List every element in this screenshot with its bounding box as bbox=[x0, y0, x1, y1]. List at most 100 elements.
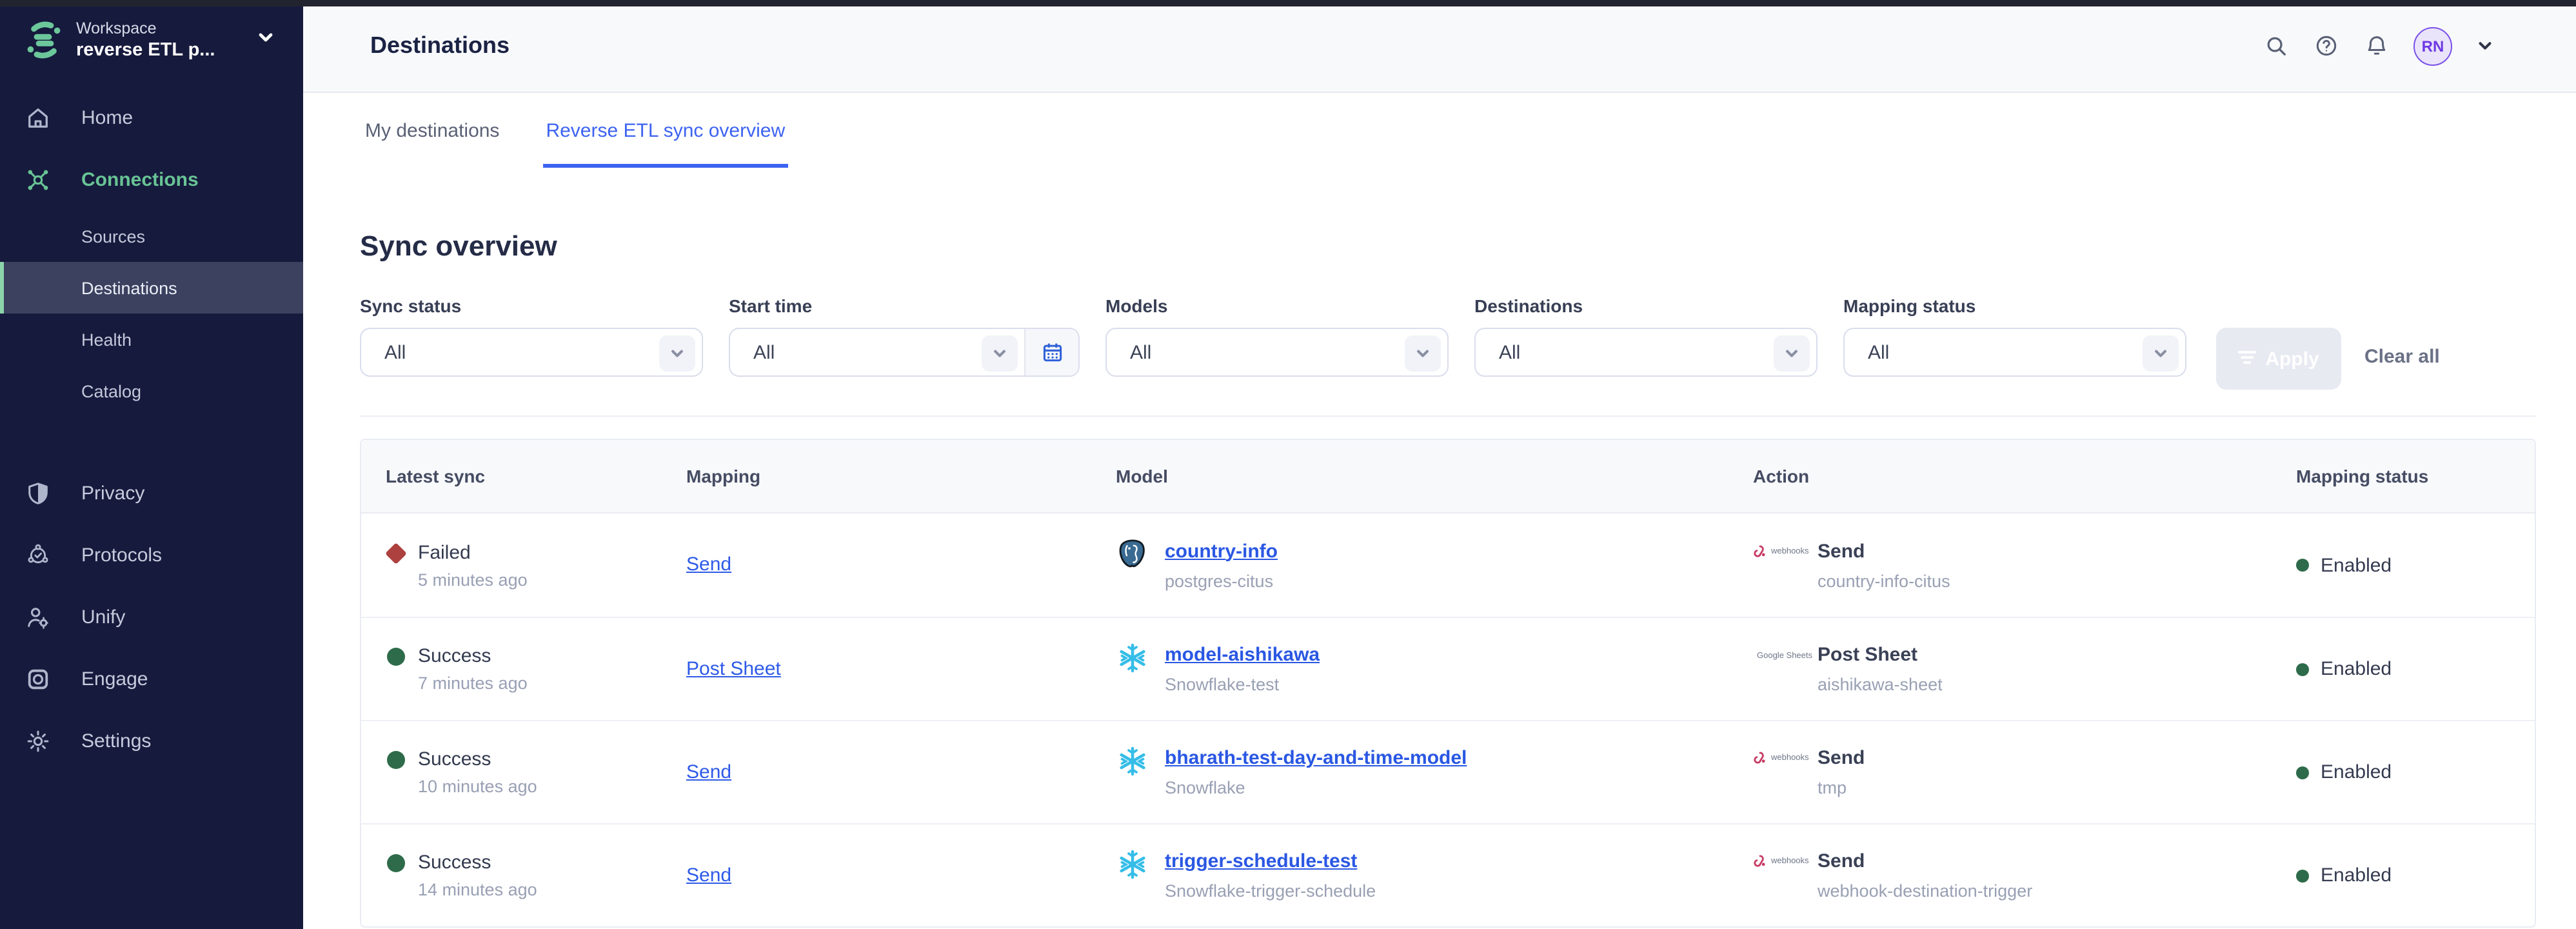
sidebar-item-label: Unify bbox=[81, 606, 125, 628]
table-header-row: Latest sync Mapping Model Action Mapping… bbox=[361, 440, 2535, 514]
workspace-switcher[interactable]: Workspace reverse ETL p... bbox=[0, 0, 303, 75]
sidebar-item-label: Home bbox=[81, 106, 133, 128]
sidebar-item-health[interactable]: Health bbox=[0, 314, 303, 365]
snowflake-icon bbox=[1116, 641, 1149, 675]
person-gear-icon bbox=[26, 604, 50, 629]
model-link[interactable]: trigger-schedule-test bbox=[1165, 849, 1357, 874]
logo-label: webhooks bbox=[1771, 546, 1809, 555]
avatar[interactable]: RN bbox=[2413, 26, 2452, 65]
webhooks-logo: webhooks bbox=[1753, 751, 1812, 765]
success-status-icon bbox=[386, 854, 406, 901]
select-value: All bbox=[1130, 341, 1151, 363]
section-heading: Sync overview bbox=[360, 230, 2536, 263]
home-icon bbox=[26, 105, 50, 130]
table-row: Success 14 minutes ago Send trigger-sche… bbox=[361, 823, 2535, 926]
sidebar-item-sources[interactable]: Sources bbox=[0, 210, 303, 262]
protocols-icon bbox=[26, 543, 50, 567]
connections-icon bbox=[26, 167, 50, 192]
action-name: Post Sheet bbox=[1818, 643, 1943, 667]
enabled-dot bbox=[2296, 663, 2309, 675]
sync-status-select[interactable]: All bbox=[360, 328, 703, 377]
account-chevron-down-icon[interactable] bbox=[2477, 37, 2493, 54]
table-row: Success 10 minutes ago Send bharath-test… bbox=[361, 720, 2535, 823]
rudderstack-logo-icon bbox=[23, 19, 64, 61]
calendar-button[interactable] bbox=[1024, 329, 1078, 375]
action-destination: country-info-citus bbox=[1818, 570, 1950, 592]
postgresql-icon bbox=[1116, 537, 1149, 571]
sync-time: 10 minutes ago bbox=[418, 775, 537, 797]
sidebar-item-destinations[interactable]: Destinations bbox=[0, 262, 303, 314]
sync-status-text: Success bbox=[418, 850, 537, 875]
filter-icon bbox=[2238, 348, 2256, 370]
select-value: All bbox=[384, 341, 406, 363]
sidebar-nav: Home Connections Sources Destinations He… bbox=[0, 86, 303, 772]
sidebar-item-settings[interactable]: Settings bbox=[0, 710, 303, 772]
action-destination: webhook-destination-trigger bbox=[1818, 880, 2032, 902]
tab-reverse-etl-sync-overview[interactable]: Reverse ETL sync overview bbox=[546, 93, 785, 168]
failed-status-icon bbox=[386, 544, 406, 590]
chevron-down-icon bbox=[257, 28, 275, 52]
sidebar-item-home[interactable]: Home bbox=[0, 86, 303, 148]
apply-label: Apply bbox=[2265, 348, 2319, 370]
model-link[interactable]: model-aishikawa bbox=[1165, 643, 1320, 667]
mapping-status-text: Enabled bbox=[2321, 658, 2392, 680]
sync-status-text: Failed bbox=[418, 540, 528, 564]
models-select[interactable]: All bbox=[1105, 328, 1449, 377]
help-icon[interactable] bbox=[2313, 33, 2339, 59]
sidebar-item-connections[interactable]: Connections bbox=[0, 148, 303, 210]
filter-label: Sync status bbox=[360, 294, 703, 317]
tab-label: My destinations bbox=[365, 119, 499, 141]
sidebar-subitem-label: Sources bbox=[81, 226, 145, 246]
action-name: Send bbox=[1818, 539, 1950, 563]
enabled-dot bbox=[2296, 766, 2309, 779]
sidebar-item-catalog[interactable]: Catalog bbox=[0, 365, 303, 417]
sidebar-subitem-label: Destinations bbox=[81, 278, 177, 297]
success-status-icon bbox=[386, 648, 406, 694]
sidebar-item-label: Protocols bbox=[81, 544, 162, 566]
screen: Workspace reverse ETL p... Home Connecti… bbox=[0, 0, 2576, 929]
snowflake-icon bbox=[1116, 744, 1149, 778]
sidebar-subitem-label: Catalog bbox=[81, 381, 141, 401]
mapping-link[interactable]: Send bbox=[686, 761, 731, 783]
model-source: Snowflake bbox=[1165, 777, 1467, 799]
sync-status-text: Success bbox=[418, 644, 528, 668]
success-status-icon bbox=[386, 751, 406, 797]
logo-label: webhooks bbox=[1771, 857, 1809, 866]
tab-label: Reverse ETL sync overview bbox=[546, 119, 785, 141]
action-destination: aishikawa-sheet bbox=[1818, 674, 1943, 695]
window-top-edge bbox=[0, 0, 2576, 6]
action-destination: tmp bbox=[1818, 777, 1865, 799]
mapping-link[interactable]: Send bbox=[686, 554, 731, 575]
sidebar-item-label: Settings bbox=[81, 730, 151, 752]
start-time-select[interactable]: All bbox=[729, 328, 1080, 377]
model-link[interactable]: bharath-test-day-and-time-model bbox=[1165, 746, 1467, 770]
bell-icon[interactable] bbox=[2363, 33, 2389, 59]
chevron-down-icon bbox=[982, 335, 1018, 372]
section-divider bbox=[360, 415, 2536, 417]
apply-button[interactable]: Apply bbox=[2216, 328, 2341, 390]
mapping-link[interactable]: Post Sheet bbox=[686, 657, 781, 679]
search-icon[interactable] bbox=[2263, 33, 2288, 59]
clear-all-link[interactable]: Clear all bbox=[2364, 346, 2440, 369]
shield-icon bbox=[26, 481, 50, 505]
logo-label: webhooks bbox=[1771, 754, 1809, 763]
sidebar-item-privacy[interactable]: Privacy bbox=[0, 462, 303, 524]
sidebar-item-protocols[interactable]: Protocols bbox=[0, 524, 303, 586]
avatar-initials: RN bbox=[2422, 37, 2444, 55]
destinations-select[interactable]: All bbox=[1474, 328, 1818, 377]
table-row: Failed 5 minutes ago Send country-info p… bbox=[361, 514, 2535, 617]
main-area: Destinations RN My destinations Reverse bbox=[303, 0, 2576, 929]
sidebar-item-unify[interactable]: Unify bbox=[0, 586, 303, 648]
table-row: Success 7 minutes ago Post Sheet model-a… bbox=[361, 617, 2535, 720]
tab-my-destinations[interactable]: My destinations bbox=[365, 93, 499, 168]
workspace-name: reverse ETL p... bbox=[76, 39, 249, 62]
chevron-down-icon bbox=[1405, 335, 1441, 372]
select-value: All bbox=[753, 341, 775, 363]
sidebar-item-label: Privacy bbox=[81, 482, 144, 504]
mapping-link[interactable]: Send bbox=[686, 864, 731, 886]
filter-label: Destinations bbox=[1474, 294, 1818, 317]
mapping-status-select[interactable]: All bbox=[1843, 328, 2186, 377]
model-link[interactable]: country-info bbox=[1165, 539, 1278, 563]
action-name: Send bbox=[1818, 849, 2032, 874]
sidebar-item-engage[interactable]: Engage bbox=[0, 648, 303, 710]
